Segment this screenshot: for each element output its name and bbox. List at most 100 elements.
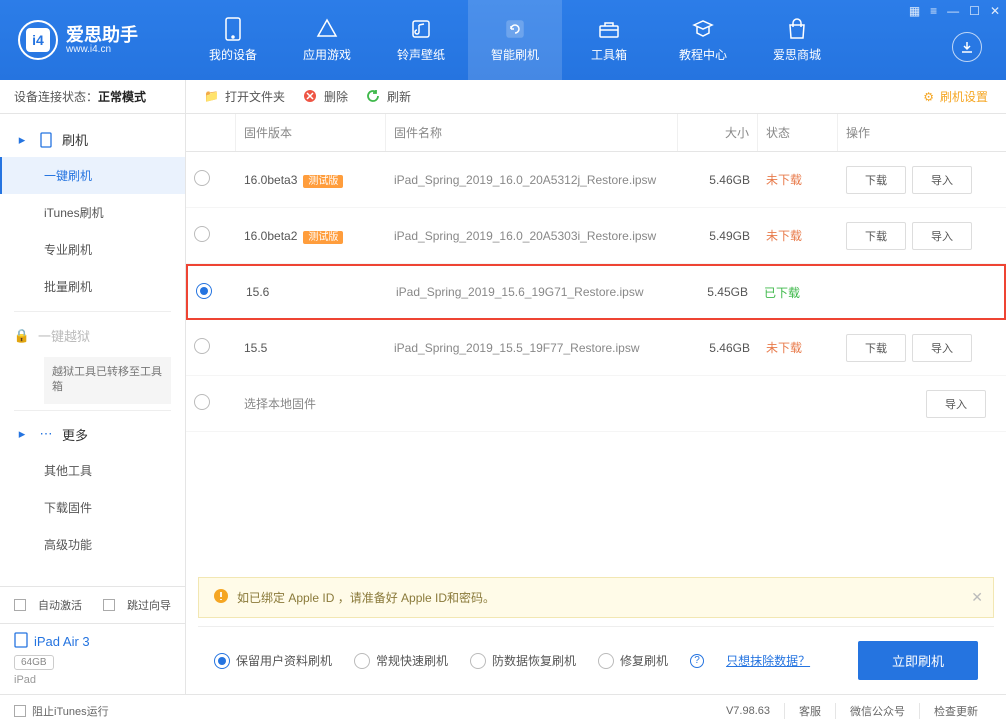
- download-button[interactable]: 下载: [846, 222, 906, 250]
- maximize-button[interactable]: ☐: [969, 4, 980, 18]
- erase-only-link[interactable]: 只想抹除数据？: [726, 652, 810, 669]
- import-button[interactable]: 导入: [912, 166, 972, 194]
- grid-icon[interactable]: ▦: [909, 4, 920, 18]
- local-firmware-row[interactable]: 选择本地固件 导入: [186, 376, 1006, 432]
- logo-icon: i4: [18, 20, 58, 60]
- lock-icon: 🔒: [14, 328, 30, 344]
- nav-tutorials[interactable]: 教程中心: [656, 0, 750, 80]
- minimize-button[interactable]: —: [947, 4, 959, 18]
- auto-activate-label: 自动激活: [38, 597, 82, 613]
- sidebar-item-itunes[interactable]: iTunes刷机: [0, 194, 185, 231]
- th-version: 固件版本: [236, 114, 386, 151]
- opt-normal[interactable]: 常规快速刷机: [354, 652, 448, 669]
- block-itunes-label: 阻止iTunes运行: [32, 703, 109, 719]
- firmware-list: 16.0beta3测试版 iPad_Spring_2019_16.0_20A53…: [186, 152, 1006, 376]
- sidebar-item-batch[interactable]: 批量刷机: [0, 268, 185, 305]
- window-controls: ▦ ≡ — ☐ ✕: [909, 4, 1000, 18]
- sidebar-item-oneclick[interactable]: 一键刷机: [0, 157, 185, 194]
- nav-flash[interactable]: 智能刷机: [468, 0, 562, 80]
- table-header: 固件版本 固件名称 大小 状态 操作: [186, 114, 1006, 152]
- sidebar-item-pro[interactable]: 专业刷机: [0, 231, 185, 268]
- firmware-radio[interactable]: [194, 338, 210, 354]
- firmware-row[interactable]: 16.0beta3测试版 iPad_Spring_2019_16.0_20A53…: [186, 152, 1006, 208]
- firmware-status: 未下载: [758, 227, 838, 244]
- sidebar-item-download[interactable]: 下载固件: [0, 489, 185, 526]
- sidebar: 设备连接状态：正常模式 ▸ 刷机 一键刷机 iTunes刷机 专业刷机 批量刷机…: [0, 80, 186, 694]
- nav-apps[interactable]: 应用游戏: [280, 0, 374, 80]
- refresh-icon: [366, 89, 381, 104]
- delete-icon: [303, 89, 318, 104]
- download-indicator[interactable]: [952, 32, 982, 62]
- firmware-name: iPad_Spring_2019_16.0_20A5303i_Restore.i…: [386, 229, 678, 243]
- th-action: 操作: [838, 114, 1006, 151]
- firmware-radio[interactable]: [196, 283, 212, 299]
- firmware-row[interactable]: 15.5 iPad_Spring_2019_15.5_19F77_Restore…: [186, 320, 1006, 376]
- footer-update[interactable]: 检查更新: [919, 703, 992, 719]
- delete-button[interactable]: 删除: [303, 88, 348, 105]
- sidebar-group-more[interactable]: ▸ ⋯ 更多: [0, 417, 185, 452]
- nav-toolbox[interactable]: 工具箱: [562, 0, 656, 80]
- sidebar-group-flash[interactable]: ▸ 刷机: [0, 122, 185, 157]
- tutorial-icon: [692, 18, 714, 40]
- nav-my-device[interactable]: 我的设备: [186, 0, 280, 80]
- download-button[interactable]: 下载: [846, 166, 906, 194]
- firmware-size: 5.49GB: [678, 229, 758, 243]
- opt-repair[interactable]: 修复刷机: [598, 652, 668, 669]
- close-button[interactable]: ✕: [990, 4, 1000, 18]
- music-icon: [410, 18, 432, 40]
- device-info[interactable]: iPad Air 3 64GB iPad: [0, 623, 185, 694]
- sidebar-item-tools[interactable]: 其他工具: [0, 452, 185, 489]
- firmware-version: 15.6: [238, 285, 388, 299]
- firmware-version: 16.0beta3测试版: [236, 172, 386, 187]
- device-type: iPad: [14, 674, 171, 686]
- open-folder-button[interactable]: 📁打开文件夹: [204, 88, 285, 105]
- auto-activate-checkbox[interactable]: [14, 599, 26, 611]
- more-group-icon: ▸: [14, 426, 30, 442]
- warning-icon: [213, 588, 229, 607]
- import-button[interactable]: 导入: [912, 222, 972, 250]
- main-nav: 我的设备 应用游戏 铃声壁纸 智能刷机 工具箱 教程中心 爱思商城: [186, 0, 844, 80]
- logo-subtitle: www.i4.cn: [66, 44, 138, 55]
- skip-guide-checkbox[interactable]: [103, 599, 115, 611]
- firmware-size: 5.45GB: [676, 285, 756, 299]
- local-firmware-radio[interactable]: [194, 394, 210, 410]
- footer-support[interactable]: 客服: [784, 703, 835, 719]
- menu-icon[interactable]: ≡: [930, 4, 937, 18]
- download-button[interactable]: 下载: [846, 334, 906, 362]
- app-header: i4 爱思助手 www.i4.cn 我的设备 应用游戏 铃声壁纸 智能刷机 工具…: [0, 0, 1006, 80]
- folder-icon: 📁: [204, 89, 219, 104]
- toolbar: 📁打开文件夹 删除 刷新 ⚙刷机设置: [186, 80, 1006, 114]
- apps-icon: [316, 18, 338, 40]
- th-status: 状态: [758, 114, 838, 151]
- block-itunes-checkbox[interactable]: [14, 705, 26, 717]
- firmware-name: iPad_Spring_2019_15.5_19F77_Restore.ipsw: [386, 341, 678, 355]
- firmware-row[interactable]: 15.6 iPad_Spring_2019_15.6_19G71_Restore…: [186, 264, 1006, 320]
- nav-store[interactable]: 爱思商城: [750, 0, 844, 80]
- flash-options: 保留用户资料刷机 常规快速刷机 防数据恢复刷机 修复刷机 ? 只想抹除数据？ 立…: [198, 626, 994, 694]
- firmware-radio[interactable]: [194, 226, 210, 242]
- notice-close-button[interactable]: ✕: [971, 589, 983, 606]
- device-icon: [222, 18, 244, 40]
- opt-anti-recovery[interactable]: 防数据恢复刷机: [470, 652, 576, 669]
- import-local-button[interactable]: 导入: [926, 390, 986, 418]
- refresh-button[interactable]: 刷新: [366, 88, 411, 105]
- phone-icon: [38, 132, 54, 148]
- flash-settings-button[interactable]: ⚙刷机设置: [923, 88, 988, 105]
- flash-now-button[interactable]: 立即刷机: [858, 641, 978, 680]
- import-button[interactable]: 导入: [912, 334, 972, 362]
- device-storage: 64GB: [14, 655, 54, 670]
- footer-wechat[interactable]: 微信公众号: [835, 703, 919, 719]
- help-icon[interactable]: ?: [690, 654, 704, 668]
- firmware-size: 5.46GB: [678, 341, 758, 355]
- firmware-status: 未下载: [758, 171, 838, 188]
- firmware-name: iPad_Spring_2019_15.6_19G71_Restore.ipsw: [388, 285, 676, 299]
- sidebar-item-advanced[interactable]: 高级功能: [0, 526, 185, 563]
- th-size: 大小: [678, 114, 758, 151]
- firmware-row[interactable]: 16.0beta2测试版 iPad_Spring_2019_16.0_20A53…: [186, 208, 1006, 264]
- opt-keep-data[interactable]: 保留用户资料刷机: [214, 652, 332, 669]
- firmware-radio[interactable]: [194, 170, 210, 186]
- nav-ringtones[interactable]: 铃声壁纸: [374, 0, 468, 80]
- logo-title: 爱思助手: [66, 26, 138, 44]
- firmware-status: 已下载: [756, 284, 836, 301]
- firmware-version: 16.0beta2测试版: [236, 228, 386, 243]
